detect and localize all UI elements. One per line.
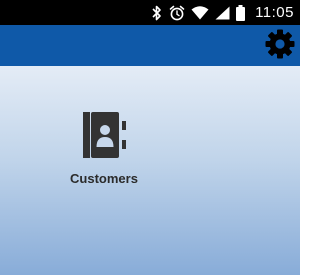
- battery-icon: [236, 4, 246, 21]
- alarm-icon: [169, 5, 185, 21]
- phone-screen: 11:05 Customers: [0, 0, 300, 275]
- settings-button[interactable]: [262, 28, 298, 64]
- wifi-icon: [191, 5, 209, 20]
- tile-label: Customers: [70, 171, 138, 186]
- status-time: 11:05: [255, 4, 294, 21]
- status-icons: 11:05: [151, 0, 300, 25]
- status-bar: 11:05: [0, 0, 300, 25]
- bluetooth-icon: [151, 5, 163, 21]
- signal-icon: [215, 6, 230, 20]
- app-bar: [0, 25, 300, 66]
- customers-tile[interactable]: Customers: [62, 110, 146, 194]
- main-content: Customers: [0, 66, 300, 275]
- address-book-icon: [79, 112, 129, 163]
- gear-icon: [264, 28, 296, 65]
